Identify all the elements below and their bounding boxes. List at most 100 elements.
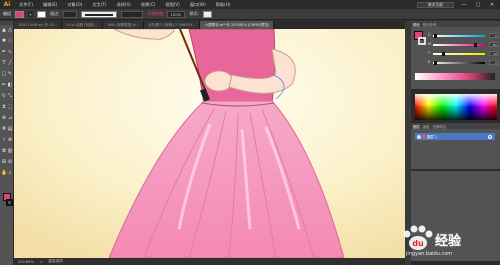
control-bar: 编组 ▾ 描边: 不透明度 100% 样式: — [0, 9, 500, 20]
channel-label: C — [428, 33, 431, 37]
tab-color-guide[interactable]: 颜色参考 — [423, 22, 437, 27]
slider-track[interactable] — [433, 62, 485, 64]
tab-color[interactable]: 颜色 — [413, 22, 420, 27]
color-spectrum[interactable] — [415, 94, 497, 120]
document-tab[interactable]: 1D9114H9.ai* @ 33... — [14, 21, 63, 29]
document-tab[interactable]: %1# 绘制 [转换]... — [62, 21, 103, 29]
graphic-style-swatch[interactable] — [202, 10, 212, 18]
channel-label: M — [428, 42, 431, 46]
channel-slider-c[interactable]: C0 — [428, 33, 499, 38]
menu-item[interactable]: 帮助(H) — [211, 2, 236, 8]
color-panel-stroke[interactable] — [418, 37, 426, 45]
fill-swatch[interactable] — [15, 10, 24, 18]
slider-track[interactable] — [433, 44, 485, 46]
tools-panel-grip[interactable] — [0, 21, 13, 25]
menu-item[interactable]: 效果(C) — [136, 2, 161, 8]
fill-dropdown-icon[interactable]: ▾ — [28, 11, 33, 17]
stroke-weight-field[interactable] — [63, 10, 78, 18]
minimize-button[interactable]: — — [460, 2, 468, 8]
artboard-canvas[interactable] — [14, 29, 405, 258]
menu-bar: Ai 文件(F) 编辑(E) 对象(O) 文字(T) 选择(S) 效果(C) 视图(V) 窗口… — [0, 0, 500, 9]
menu-item[interactable]: 选择(S) — [112, 2, 136, 8]
slider-knob[interactable] — [434, 61, 437, 65]
color-ramp[interactable] — [415, 73, 495, 80]
direct-selection-icon[interactable]: △ — [7, 27, 13, 33]
channel-slider-m[interactable]: M 82 — [428, 42, 499, 47]
color-panel: 颜色 颜色参考 C 0 M 82 Y 18 K 0 — [411, 21, 500, 89]
stroke-label: 描边: — [50, 11, 60, 16]
document-tab[interactable]: 1664 钢琴类型.ai... — [102, 21, 145, 29]
lasso-icon[interactable]: ◌ — [7, 38, 13, 44]
document-tab[interactable]: 小提琴手.ai* @ 255.85% (CMYK/预览) — [200, 21, 275, 29]
menu-item[interactable]: 文件(F) — [14, 2, 38, 8]
scale-icon[interactable]: ⤡ — [7, 93, 13, 99]
brush-definition-field[interactable] — [121, 10, 144, 18]
selection-type-label: 编组 — [3, 11, 11, 16]
artwork — [14, 29, 405, 258]
gradient-icon[interactable]: ▤ — [7, 126, 13, 132]
watermark-text: 经验 — [435, 234, 462, 249]
watermark-url: jingyan.baidu.com — [406, 251, 453, 257]
opacity-label[interactable]: 不透明度 — [147, 11, 163, 17]
tab-asset-export[interactable]: 资源导出 — [433, 124, 447, 129]
layers-panel-tabs: 图层 画板 资源导出 — [411, 123, 500, 129]
layer-target-icon[interactable] — [488, 134, 492, 139]
left-hand — [204, 70, 234, 92]
slice-icon[interactable]: ⊘ — [7, 159, 13, 165]
eraser-icon[interactable]: ◧ — [7, 82, 13, 88]
menu-item[interactable]: 文字(T) — [87, 2, 111, 8]
paintbrush-icon[interactable]: ✎ — [7, 71, 13, 77]
watermark: du 经验 jingyan.baidu.com — [384, 222, 500, 262]
free-transform-icon[interactable]: ⬚ — [7, 104, 13, 110]
graph-icon[interactable]: ▥ — [7, 148, 13, 154]
tools-panel: ▲ △ ✱ ◌ ✒ ∿ T ╱ □ ✎ ✏ ◧ ↻ ⤡ ⧗ ⬚ ⊕ ⊿ # ▤ ⌇ ⊗ ✿ ▥ ⊞ ⊘ ✋ ⌕ — [0, 21, 14, 265]
workspace-switcher[interactable]: 基本功能 — [416, 1, 454, 8]
visibility-eye-icon[interactable] — [417, 134, 421, 139]
channel-value-field[interactable]: 18 — [489, 51, 499, 56]
channel-value-field[interactable]: 82 — [489, 42, 499, 47]
stroke-color-box[interactable] — [6, 199, 13, 206]
document-tab[interactable]: 未标题-2 [转换] 2 286924... — [144, 21, 201, 29]
slider-knob[interactable] — [474, 43, 477, 47]
svg-text:du: du — [412, 239, 424, 248]
color-panel-tabs: 颜色 颜色参考 — [411, 21, 500, 27]
layers-panel: 图层 画板 资源导出 图层 1 — [411, 123, 500, 169]
slider-knob[interactable] — [434, 34, 437, 38]
channel-slider-k[interactable]: K0 — [428, 60, 499, 65]
menu-item[interactable]: 视图(V) — [160, 2, 185, 8]
channel-label: Y — [428, 51, 431, 55]
menu-item[interactable]: 窗口(W) — [185, 2, 211, 8]
curvature-icon[interactable]: ∿ — [7, 49, 13, 55]
status-bar: 255.85% 1 直接选择 — [14, 258, 405, 265]
slider-knob[interactable] — [442, 52, 445, 56]
tab-layers[interactable]: 图层 — [413, 124, 420, 129]
paw-logo-icon: du — [403, 225, 433, 250]
menubar-right: 基本功能 — □ ✕ — [416, 1, 500, 8]
slider-track[interactable] — [433, 35, 485, 37]
stroke-swatch[interactable] — [37, 10, 46, 18]
line-icon[interactable]: ╱ — [7, 60, 13, 66]
maximize-button[interactable]: □ — [474, 2, 482, 8]
zoom-icon[interactable]: ⌕ — [7, 170, 13, 176]
tab-artboards[interactable]: 画板 — [423, 124, 430, 129]
status-zoom[interactable]: 255.85% — [18, 260, 34, 264]
app-logo: Ai — [3, 1, 11, 8]
channel-label: K — [428, 60, 431, 64]
channel-value-field[interactable]: 0 — [489, 60, 499, 65]
channel-value-field[interactable]: 0 — [489, 33, 499, 38]
close-button[interactable]: ✕ — [488, 2, 496, 8]
perspective-icon[interactable]: ⊿ — [7, 115, 13, 121]
opacity-field[interactable]: 100% — [167, 10, 186, 18]
document-tabs: 1D9114H9.ai* @ 33... %1# 绘制 [转换]... 1664 钢… — [14, 21, 405, 29]
menu-items: 文件(F) 编辑(E) 对象(O) 文字(T) 选择(S) 效果(C) 视图(V) 窗口(W)… — [14, 2, 236, 8]
menu-item[interactable]: 编辑(E) — [38, 2, 62, 8]
menu-item[interactable]: 对象(O) — [62, 2, 87, 8]
status-tool: 直接选择 — [48, 259, 63, 263]
status-page[interactable]: 1 — [40, 260, 42, 264]
channel-slider-y[interactable]: Y 18 — [428, 51, 499, 56]
blend-icon[interactable]: ⊗ — [7, 137, 13, 143]
layer-row[interactable]: 图层 1 — [415, 133, 495, 140]
slider-track[interactable] — [433, 53, 485, 55]
stroke-profile-preview[interactable] — [81, 10, 118, 18]
layer-name[interactable]: 图层 1 — [427, 134, 437, 139]
